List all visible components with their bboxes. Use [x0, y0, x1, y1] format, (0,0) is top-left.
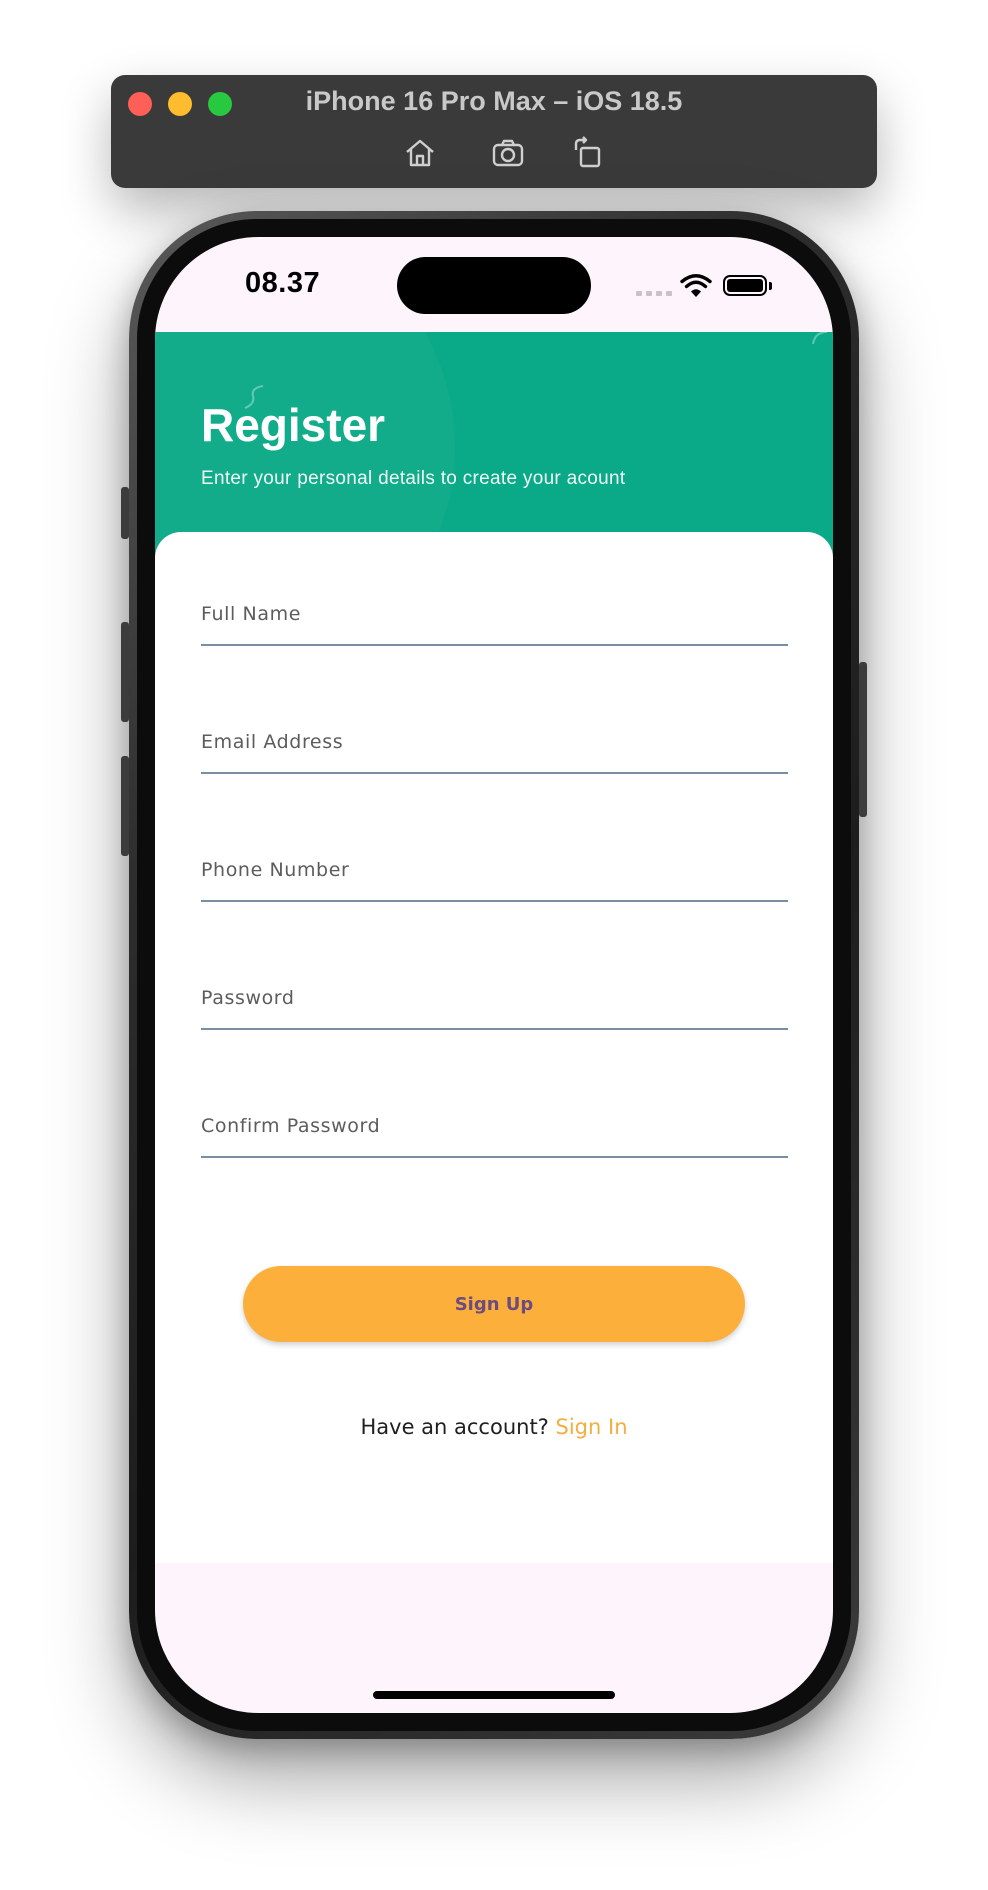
status-time: 08.37	[245, 267, 321, 299]
full-name-input[interactable]	[201, 586, 788, 642]
have-account-row: Have an account? Sign In	[155, 1415, 833, 1439]
full-name-field	[201, 586, 788, 646]
decorative-squiggle-icon	[812, 332, 828, 345]
phone-field	[201, 842, 788, 902]
volume-up-button	[121, 622, 129, 722]
phone-input[interactable]	[201, 842, 788, 898]
wifi-icon	[680, 274, 712, 297]
sign-up-button[interactable]: Sign Up	[243, 1266, 745, 1342]
register-header: Register Enter your personal details to …	[155, 332, 833, 562]
register-form-card: Sign Up Have an account? Sign In	[155, 532, 833, 1563]
confirm-password-field	[201, 1098, 788, 1158]
password-field	[201, 970, 788, 1030]
cellular-signal-icon	[636, 291, 672, 296]
action-button	[121, 487, 129, 539]
confirm-password-input[interactable]	[201, 1098, 788, 1154]
password-input[interactable]	[201, 970, 788, 1026]
page-title: Register	[201, 399, 386, 451]
email-field	[201, 714, 788, 774]
home-icon[interactable]	[402, 136, 438, 170]
have-account-prompt: Have an account?	[360, 1415, 556, 1439]
battery-cap	[769, 282, 772, 290]
phone-screen: 08.37 Register Enter your personal detai…	[155, 237, 833, 1713]
volume-down-button	[121, 756, 129, 856]
dynamic-island	[397, 257, 591, 314]
power-button	[859, 662, 867, 817]
screenshot-icon[interactable]	[490, 136, 526, 170]
rotate-icon[interactable]	[570, 136, 606, 170]
page-subtitle: Enter your personal details to create yo…	[201, 468, 626, 489]
simulator-title: iPhone 16 Pro Max – iOS 18.5	[305, 86, 683, 116]
email-input[interactable]	[201, 714, 788, 770]
screenshot-stage: iPhone 16 Pro Max – iOS 18.5 08.37 Regis…	[0, 0, 988, 1890]
sign-in-link[interactable]: Sign In	[556, 1415, 628, 1439]
battery-icon	[723, 275, 767, 296]
home-indicator[interactable]	[373, 1691, 615, 1699]
